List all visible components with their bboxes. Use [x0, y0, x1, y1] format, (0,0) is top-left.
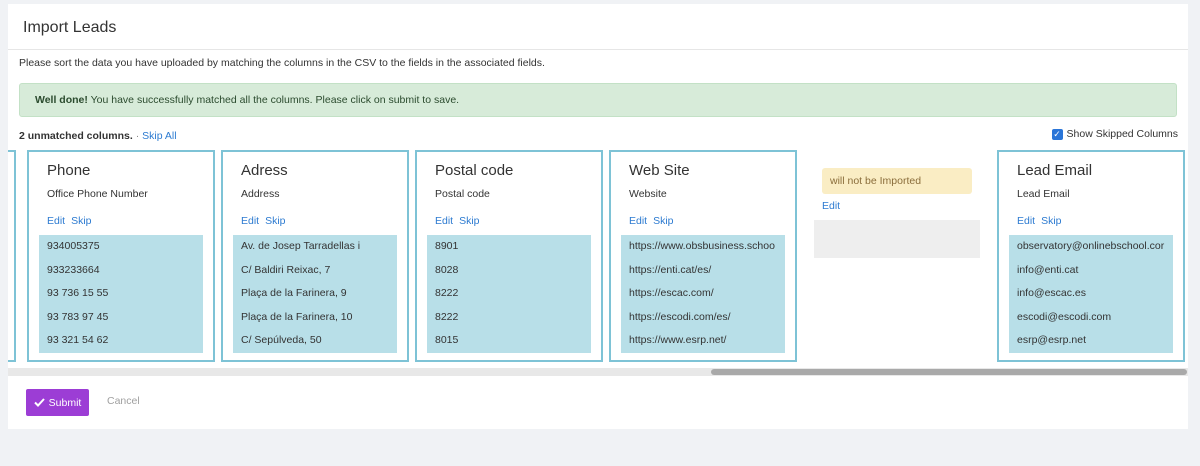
- column-card-phone: Phone Office Phone Number Edit Skip 93400…: [27, 150, 215, 362]
- skip-link[interactable]: Skip: [265, 215, 285, 227]
- show-skipped-toggle[interactable]: ✓ Show Skipped Columns: [1051, 128, 1178, 140]
- data-cell: Plaça de la Farinera, 9: [241, 287, 347, 300]
- data-cell: 8015: [435, 334, 459, 347]
- data-cell: info@enti.cat: [1017, 263, 1079, 276]
- column-data: 934005375 933233664 93 736 15 55 93 783 …: [39, 235, 203, 353]
- edit-link[interactable]: Edit: [47, 215, 65, 227]
- check-icon: [33, 398, 45, 407]
- data-cell: C/ Sepúlveda, 50: [241, 334, 322, 347]
- unmatched-count: 2 unmatched columns.: [19, 130, 133, 142]
- scrollbar-thumb[interactable]: [711, 369, 1187, 375]
- show-skipped-label: Show Skipped Columns: [1066, 128, 1178, 140]
- success-alert: Well done! You have successfully matched…: [19, 83, 1177, 117]
- column-actions: Edit Skip: [241, 215, 292, 227]
- column-card-postal-code: Postal code Postal code Edit Skip 8901 80…: [415, 150, 603, 362]
- data-cell: 8222: [435, 287, 459, 300]
- data-cell: Av. de Josep Tarradellas i: [241, 240, 361, 252]
- column-card-address: Adress Address Edit Skip Av. de Josep Tar…: [221, 150, 409, 362]
- data-cell: 8028: [435, 263, 459, 276]
- column-actions: Edit Skip: [629, 215, 680, 227]
- data-cell: https://enti.cat/es/: [629, 263, 712, 276]
- data-cell: https://www.esrp.net/: [629, 334, 727, 347]
- data-cell: Plaça de la Farinera, 10: [241, 310, 353, 323]
- not-imported-badge: will not be Imported: [822, 168, 972, 194]
- data-cell: 8901: [435, 240, 459, 252]
- column-card-lead-email: Lead Email Lead Email Edit Skip observato…: [997, 150, 1185, 362]
- data-cell: esrp@esrp.net: [1017, 334, 1087, 347]
- column-field: Lead Email: [1017, 188, 1070, 200]
- submit-label: Submit: [48, 396, 82, 409]
- page-title: Import Leads: [23, 19, 117, 36]
- data-cell: 933233664: [47, 263, 100, 276]
- column-card-website: Web Site Website Edit Skip https://www.ob…: [609, 150, 797, 362]
- skip-link[interactable]: Skip: [71, 215, 91, 227]
- column-title: Lead Email: [1017, 162, 1093, 179]
- data-cell: escodi@escodi.com: [1017, 310, 1112, 323]
- column-field: Office Phone Number: [47, 188, 148, 200]
- panel-header: Import Leads: [8, 4, 1188, 50]
- edit-link[interactable]: Edit: [241, 215, 259, 227]
- edit-link[interactable]: Edit: [822, 200, 840, 212]
- edit-link[interactable]: Edit: [629, 215, 647, 227]
- data-cell: info@escac.es: [1017, 287, 1087, 300]
- data-cell: 8222: [435, 310, 459, 323]
- data-cell: 93 783 97 45: [47, 310, 109, 323]
- unmatched-status: 2 unmatched columns. · Skip All: [19, 130, 177, 142]
- column-title: Phone: [47, 162, 91, 179]
- data-cell: https://escodi.com/es/: [629, 310, 731, 323]
- column-data: observatory@onlinebschool.cor info@enti.…: [1009, 235, 1173, 353]
- skip-all-link[interactable]: Skip All: [142, 130, 176, 142]
- skip-link[interactable]: Skip: [1041, 215, 1061, 227]
- submit-button[interactable]: Submit: [26, 389, 89, 416]
- edit-link[interactable]: Edit: [435, 215, 453, 227]
- column-data: 8901 8028 8222 8222 8015: [427, 235, 591, 353]
- cancel-button[interactable]: Cancel: [107, 395, 140, 407]
- edit-link[interactable]: Edit: [1017, 215, 1035, 227]
- data-cell: observatory@onlinebschool.cor: [1017, 240, 1165, 252]
- data-cell: https://escac.com/: [629, 287, 714, 300]
- column-actions: Edit Skip: [1017, 215, 1068, 227]
- column-data: Av. de Josep Tarradellas i C/ Baldiri Re…: [233, 235, 397, 353]
- columns-scroll-area[interactable]: Phone Office Phone Number Edit Skip 93400…: [8, 150, 1188, 376]
- skip-link[interactable]: Skip: [653, 215, 673, 227]
- column-actions: Edit Skip: [47, 215, 98, 227]
- skip-link[interactable]: Skip: [459, 215, 479, 227]
- skipped-column: will not be Imported Edit: [814, 150, 982, 362]
- column-card-partial: [8, 150, 16, 362]
- data-cell: 93 321 54 62: [47, 334, 109, 347]
- skipped-placeholder: [814, 220, 980, 258]
- import-leads-panel: Import Leads Please sort the data you ha…: [8, 4, 1188, 429]
- data-cell: https://www.obsbusiness.schoo: [629, 240, 775, 252]
- horizontal-scrollbar[interactable]: [8, 368, 1188, 376]
- column-actions: Edit Skip: [435, 215, 486, 227]
- column-field: Postal code: [435, 188, 490, 200]
- column-data: https://www.obsbusiness.schoo https://en…: [621, 235, 785, 353]
- column-field: Address: [241, 188, 280, 200]
- alert-strong: Well done!: [35, 94, 88, 106]
- alert-text: You have successfully matched all the co…: [87, 94, 460, 106]
- column-title: Web Site: [629, 162, 690, 179]
- show-skipped-checkbox[interactable]: ✓: [1051, 128, 1063, 140]
- data-cell: 934005375: [47, 240, 100, 252]
- column-title: Postal code: [435, 162, 514, 179]
- data-cell: C/ Baldiri Reixac, 7: [241, 263, 331, 276]
- column-field: Website: [629, 188, 667, 200]
- data-cell: 93 736 15 55: [47, 287, 109, 300]
- column-title: Adress: [241, 162, 288, 179]
- instructions-text: Please sort the data you have uploaded b…: [19, 57, 545, 69]
- separator: ·: [132, 130, 143, 142]
